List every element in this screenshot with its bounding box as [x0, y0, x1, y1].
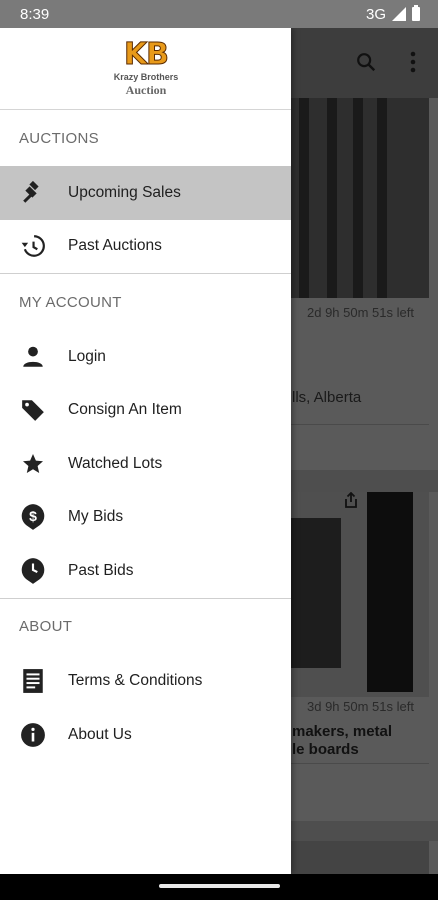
drawer-item-label: My Bids: [68, 508, 124, 526]
drawer-item-label: Upcoming Sales: [68, 183, 181, 201]
star-icon: [18, 449, 48, 479]
lot-title-2-line1: makers, metal: [292, 723, 393, 740]
card-divider: [291, 763, 429, 764]
card-divider: [291, 424, 429, 425]
battery-icon: [412, 5, 420, 21]
gavel-icon: [18, 178, 48, 208]
section-header-my-account: MY ACCOUNT: [19, 293, 122, 311]
drawer-item-watched-lots[interactable]: Watched Lots: [0, 437, 291, 491]
lot-location-1: lls, Alberta: [292, 389, 362, 406]
signal-icon: [392, 7, 406, 21]
drawer-item-terms-conditions[interactable]: Terms & Conditions: [0, 655, 291, 709]
drawer-item-label: Consign An Item: [68, 401, 182, 419]
network-label: 3G: [365, 5, 386, 23]
dollar-pin-icon: $: [18, 502, 48, 532]
lot-image-1[interactable]: [291, 98, 429, 298]
tag-icon: [18, 395, 48, 425]
navigation-drawer: KB Krazy Brothers Auction AUCTIONS Upcom…: [0, 28, 291, 874]
more-vert-icon[interactable]: [397, 46, 429, 78]
share-icon[interactable]: [344, 491, 362, 510]
history-icon: [18, 231, 48, 261]
brand-logo: KB Krazy Brothers Auction: [108, 37, 184, 104]
search-icon[interactable]: [350, 46, 382, 78]
lot-timer-1: 2d 9h 50m 51s left: [307, 305, 414, 320]
home-gesture-pill[interactable]: [159, 884, 280, 888]
person-icon: [18, 342, 48, 372]
lot-image-2-dark: [367, 492, 413, 692]
drawer-item-past-auctions[interactable]: Past Auctions: [0, 220, 291, 274]
card-gap: [291, 821, 438, 841]
status-bar: 8:39 3G: [0, 0, 438, 28]
drawer-item-past-bids[interactable]: Past Bids: [0, 544, 291, 598]
status-time: 8:39: [20, 5, 50, 23]
section-header-auctions: AUCTIONS: [19, 129, 99, 147]
lot-image-3[interactable]: [291, 841, 429, 874]
section-header-about: ABOUT: [19, 618, 73, 635]
drawer-item-label: Terms & Conditions: [68, 672, 203, 690]
logo-line1: Krazy Brothers: [113, 72, 179, 82]
lot-timer-2: 3d 9h 50m 51s left: [307, 699, 414, 714]
drawer-item-label: About Us: [68, 725, 132, 743]
drawer-item-upcoming-sales[interactable]: Upcoming Sales: [0, 166, 291, 220]
status-icons: 3G: [365, 5, 420, 23]
drawer-item-label: Past Bids: [68, 561, 134, 579]
drawer-item-about-us[interactable]: About Us: [0, 708, 291, 762]
document-icon: [18, 666, 48, 696]
drawer-header: KB Krazy Brothers Auction: [0, 28, 291, 110]
info-icon: [18, 720, 48, 750]
drawer-item-label: Watched Lots: [68, 454, 163, 472]
drawer-item-login[interactable]: Login: [0, 330, 291, 384]
drawer-item-label: Login: [68, 347, 106, 365]
svg-text:$: $: [29, 508, 37, 524]
drawer-item-label: Past Auctions: [68, 237, 162, 255]
clock-pin-icon: [18, 556, 48, 586]
drawer-item-consign-an-item[interactable]: Consign An Item: [0, 384, 291, 438]
system-nav-bar: [0, 874, 438, 900]
card-gap: [291, 470, 438, 492]
drawer-item-my-bids[interactable]: $ My Bids: [0, 491, 291, 545]
logo-line2: Auction: [125, 83, 167, 97]
lot-title-2-line2: le boards: [292, 741, 359, 758]
lot-image-2-machine: [291, 518, 341, 668]
logo-kb-text: KB: [123, 37, 169, 72]
